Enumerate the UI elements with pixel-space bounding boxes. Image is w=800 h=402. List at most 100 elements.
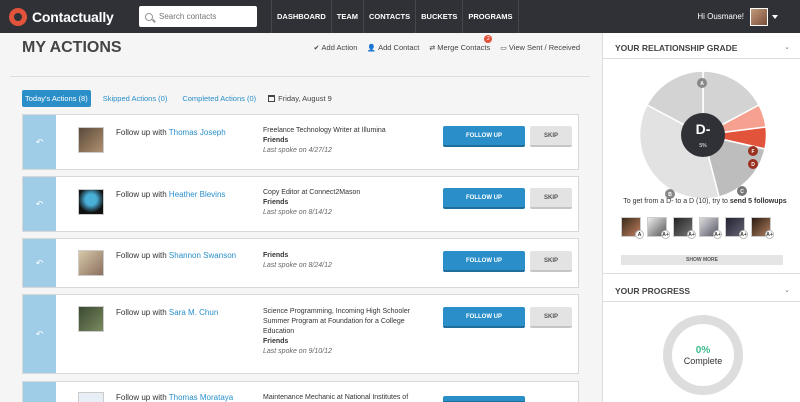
contact-info: Copy Editor at Connect2Mason Friends Las… — [263, 188, 433, 218]
mini-grade-badge: A — [635, 230, 644, 239]
main-nav: DASHBOARD TEAM CONTACTS BUCKETS PROGRAMS — [271, 0, 519, 33]
merge-contacts-link[interactable]: ⇄ Merge Contacts 2 — [429, 35, 493, 52]
user-avatar — [750, 7, 768, 26]
reply-icon[interactable]: ↶ — [23, 295, 56, 373]
user-greeting: Hi Ousmane! — [697, 12, 744, 21]
grade-hint-text: To get from a D- to a D (10), try to — [623, 198, 730, 205]
tab-skipped[interactable]: Skipped Actions (0) — [100, 90, 171, 107]
contact-name-link[interactable]: Thomas Morataya — [169, 393, 233, 402]
follow-up-button[interactable] — [443, 396, 525, 402]
contact-photo — [78, 392, 104, 402]
contact-name-line: Follow up with Shannon Swanson — [116, 251, 236, 260]
skip-button[interactable]: SKIP — [530, 126, 572, 147]
top-navbar: Contactually DASHBOARD TEAM CONTACTS BUC… — [0, 0, 800, 33]
current-date: Friday, August 9 — [268, 94, 332, 103]
row-prefix: Follow up with — [116, 251, 167, 260]
action-row: ↶ Follow up with Sara M. Chun Science Pr… — [22, 294, 579, 374]
last-spoke: Last spoke on 4/27/12 — [263, 147, 332, 154]
action-row: Follow up with Thomas Morataya Maintenan… — [22, 381, 579, 402]
segment-a-letter: A — [700, 81, 704, 87]
calendar-icon — [268, 95, 276, 102]
avatar[interactable]: A+ — [673, 217, 696, 239]
nav-dashboard[interactable]: DASHBOARD — [271, 0, 331, 33]
reply-icon[interactable]: ↶ — [23, 177, 56, 231]
search-box[interactable] — [139, 6, 257, 27]
grade-hint-target: send 5 followups — [729, 198, 787, 205]
skip-button[interactable]: SKIP — [530, 307, 572, 328]
contact-info: Maintenance Mechanic at National Institu… — [263, 393, 433, 402]
follow-up-button[interactable]: FOLLOW UP — [443, 188, 525, 209]
chevron-down-icon[interactable]: ⌄ — [784, 286, 790, 294]
action-row: ↶ Follow up with Shannon Swanson Friends… — [22, 238, 579, 288]
row-prefix: Follow up with — [116, 393, 167, 402]
contact-photo — [78, 189, 104, 215]
contact-group: Friends — [263, 338, 289, 345]
user-menu[interactable]: Hi Ousmane! — [697, 0, 778, 33]
avatar[interactable]: A+ — [751, 217, 774, 239]
action-row: ↶ Follow up with Heather Blevins Copy Ed… — [22, 176, 579, 232]
add-contact-link[interactable]: 👤 Add Contact — [367, 43, 419, 52]
nav-buckets[interactable]: BUCKETS — [415, 0, 462, 33]
avatar[interactable]: A+ — [725, 217, 748, 239]
avatar[interactable]: A+ — [699, 217, 722, 239]
show-more-button[interactable]: SHOW MORE — [621, 255, 783, 265]
inbox-icon: ▭ — [500, 44, 507, 52]
skip-button[interactable]: SKIP — [530, 251, 572, 272]
last-spoke: Last spoke on 8/24/12 — [263, 262, 332, 269]
chevron-down-icon — [772, 14, 778, 19]
contact-name-link[interactable]: Thomas Joseph — [169, 128, 226, 137]
page-title: MY ACTIONS — [22, 39, 122, 56]
contactually-logo-icon — [9, 7, 27, 26]
contact-name-line: Follow up with Thomas Joseph — [116, 128, 226, 137]
nav-programs[interactable]: PROGRAMS — [462, 0, 519, 33]
brand-logo[interactable]: Contactually — [9, 7, 134, 26]
tab-completed[interactable]: Completed Actions (0) — [179, 90, 259, 107]
contact-name-link[interactable]: Heather Blevins — [169, 190, 225, 199]
avatar[interactable]: A — [621, 217, 644, 239]
tab-today[interactable]: Today's Actions (8) — [22, 90, 91, 107]
follow-up-button[interactable]: FOLLOW UP — [443, 126, 525, 147]
grade-percent: 5% — [699, 143, 707, 149]
merge-icon: ⇄ — [429, 44, 436, 52]
nav-contacts[interactable]: CONTACTS — [363, 0, 415, 33]
avatar[interactable]: A+ — [647, 217, 670, 239]
contact-title: Freelance Technology Writer at Illumina — [263, 127, 386, 134]
reply-icon[interactable]: ↶ — [23, 115, 56, 169]
date-label: Friday, August 9 — [278, 94, 332, 103]
follow-up-button[interactable]: FOLLOW UP — [443, 307, 525, 328]
contact-group: Friends — [263, 137, 289, 144]
follow-up-button[interactable]: FOLLOW UP — [443, 251, 525, 272]
segment-c-letter: C — [740, 189, 744, 195]
add-action-link[interactable]: ✔ Add Action — [314, 43, 358, 52]
contact-title: Maintenance Mechanic at National Institu… — [263, 394, 409, 401]
divider — [10, 76, 590, 77]
skip-button[interactable]: SKIP — [530, 188, 572, 209]
contact-photo — [78, 250, 104, 276]
action-tabs: Today's Actions (8) Skipped Actions (0) … — [22, 90, 332, 107]
mini-grade-badge: A+ — [739, 230, 748, 239]
segment-d-letter: D — [751, 162, 755, 168]
contact-name-link[interactable]: Shannon Swanson — [169, 251, 236, 260]
search-input[interactable] — [159, 12, 249, 21]
add-contact-label: Add Contact — [378, 43, 420, 52]
merge-count-badge: 2 — [484, 35, 493, 43]
view-sent-link[interactable]: ▭ View Sent / Received — [500, 43, 580, 52]
row-prefix: Follow up with — [116, 128, 167, 137]
contact-info: Science Programming, Incoming High Schoo… — [263, 307, 433, 357]
contact-name-link[interactable]: Sara M. Chun — [169, 308, 218, 317]
contact-title: Science Programming, Incoming High Schoo… — [263, 308, 411, 335]
contact-name-line: Follow up with Thomas Morataya — [116, 393, 233, 402]
nav-team[interactable]: TEAM — [330, 0, 363, 33]
contact-title: Copy Editor at Connect2Mason — [263, 189, 361, 196]
contact-group: Friends — [263, 252, 289, 259]
chevron-down-icon[interactable]: ⌄ — [784, 43, 790, 51]
reply-icon[interactable]: ↶ — [23, 239, 56, 287]
divider — [603, 273, 800, 274]
grade-pie-chart: D- 5% A B C D F — [639, 71, 767, 199]
grade-hint: To get from a D- to a D (10), try to sen… — [611, 198, 799, 205]
reply-icon[interactable] — [23, 382, 56, 402]
grade-title: YOUR RELATIONSHIP GRADE — [615, 43, 738, 53]
grade-value: D- — [696, 121, 711, 137]
user-icon: 👤 — [367, 44, 377, 52]
suggested-contacts: A A+ A+ A+ A+ A+ — [621, 217, 774, 239]
